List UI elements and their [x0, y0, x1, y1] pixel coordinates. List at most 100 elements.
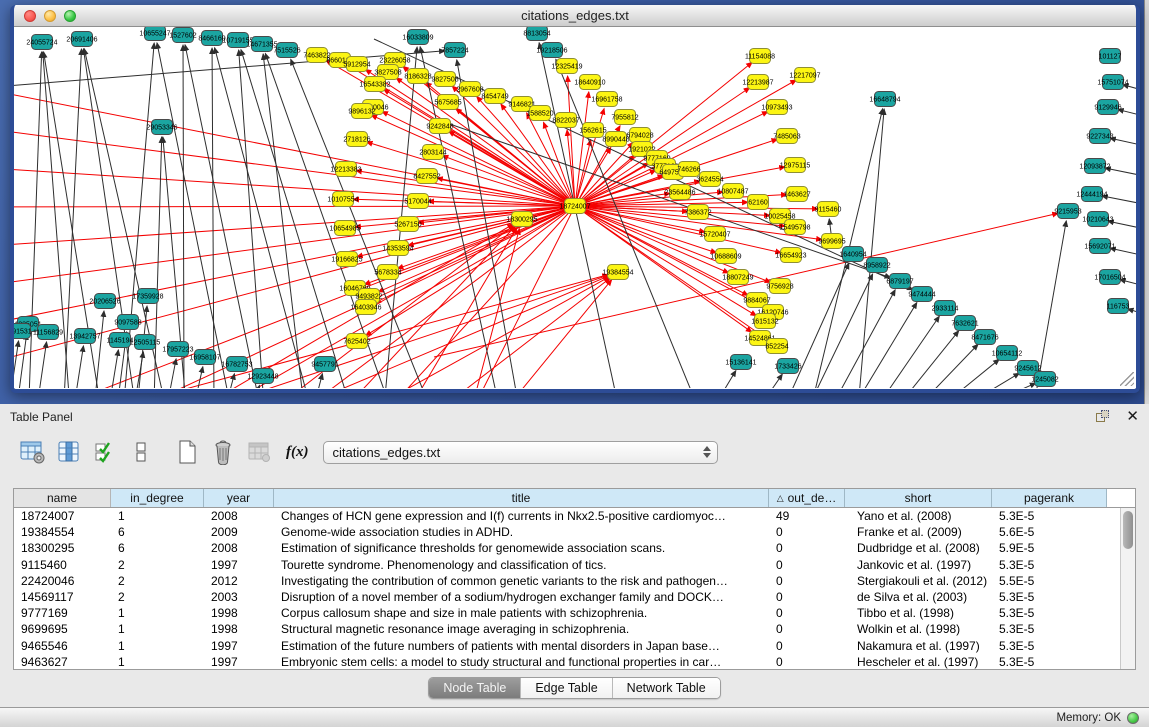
- table-scrollbar-thumb[interactable]: [1123, 511, 1133, 549]
- graph-node[interactable]: 852254: [765, 339, 788, 354]
- window-resize-grip[interactable]: [1120, 372, 1134, 386]
- table-row[interactable]: 1830029562008Estimation of significance …: [14, 540, 1135, 556]
- graph-node[interactable]: 2967608: [456, 82, 483, 97]
- select-columns-button[interactable]: [54, 437, 84, 467]
- graph-node[interactable]: 12217097: [789, 68, 820, 83]
- graph-node[interactable]: 15720407: [699, 227, 730, 242]
- graph-node[interactable]: 13942757: [69, 329, 100, 344]
- graph-node[interactable]: 24055724: [26, 35, 57, 50]
- graph-node[interactable]: 6879197: [886, 274, 913, 289]
- table-row[interactable]: 969969511998Structural magnetic resonanc…: [14, 621, 1135, 637]
- graph-node[interactable]: 16782753: [221, 357, 252, 372]
- table-row[interactable]: 911546021997Tourette syndrome. Phenomeno…: [14, 557, 1135, 573]
- graph-node[interactable]: 15692071: [1084, 239, 1115, 254]
- graph-node[interactable]: 8427552: [413, 169, 440, 184]
- graph-node[interactable]: 9699695: [818, 234, 845, 249]
- graph-node[interactable]: 17359928: [132, 289, 163, 304]
- graph-node[interactable]: 7485063: [773, 129, 800, 144]
- tab-node-table[interactable]: Node Table: [429, 678, 521, 698]
- graph-node[interactable]: 116753: [1107, 299, 1130, 314]
- graph-node[interactable]: 1640954: [839, 247, 866, 262]
- graph-node[interactable]: 3624554: [696, 172, 723, 187]
- graph-node[interactable]: 19218506: [536, 43, 567, 58]
- graph-node[interactable]: 9097588: [114, 315, 141, 330]
- graph-node[interactable]: 7515526: [273, 43, 300, 58]
- graph-node[interactable]: 1245082: [1031, 372, 1058, 387]
- graph-node[interactable]: 20691406: [66, 32, 97, 47]
- graph-node[interactable]: 9896132: [348, 104, 375, 119]
- graph-node[interactable]: 62160: [748, 195, 769, 210]
- graph-node[interactable]: 16961758: [591, 92, 622, 107]
- graph-node[interactable]: 19384554: [602, 265, 633, 280]
- graph-node[interactable]: 10688609: [710, 249, 741, 264]
- graph-node[interactable]: 9457791: [311, 357, 338, 372]
- graph-node[interactable]: 9129946: [1094, 100, 1121, 115]
- table-row[interactable]: 1872400712008Changes of HCN gene express…: [14, 508, 1135, 524]
- graph-node[interactable]: 9242848: [426, 119, 453, 134]
- network-canvas-container[interactable]: 1872400774638228660128591295423226058382…: [14, 27, 1136, 388]
- column-settings-button[interactable]: [18, 437, 48, 467]
- graph-node[interactable]: 5170044: [404, 194, 431, 209]
- select-rows-button[interactable]: [90, 437, 120, 467]
- graph-node[interactable]: 8454749: [481, 89, 508, 104]
- import-table-button[interactable]: [244, 437, 274, 467]
- graph-node[interactable]: 10654112: [992, 346, 1023, 361]
- graph-node[interactable]: 7632621: [951, 316, 978, 331]
- graph-node[interactable]: 16654923: [775, 248, 806, 263]
- graph-node[interactable]: 15751074: [1097, 75, 1128, 90]
- graph-node[interactable]: 9474444: [908, 287, 935, 302]
- graph-node[interactable]: 1733426: [774, 359, 801, 374]
- column-header-pagerank[interactable]: pagerank: [992, 489, 1107, 507]
- table-row[interactable]: 2242004622012Investigating the contribut…: [14, 573, 1135, 589]
- table-row[interactable]: 946554611997Estimation of the future num…: [14, 638, 1135, 654]
- graph-node[interactable]: 1588520: [526, 106, 553, 121]
- graph-node[interactable]: 2803144: [419, 145, 446, 160]
- graph-node[interactable]: 9227343: [1086, 129, 1113, 144]
- graph-node[interactable]: 5675685: [434, 95, 461, 110]
- graph-node[interactable]: 1463627: [783, 187, 810, 202]
- graph-node[interactable]: 20206526: [89, 294, 120, 309]
- function-builder-button[interactable]: f(x): [286, 444, 309, 461]
- graph-node[interactable]: 7955812: [611, 110, 638, 125]
- graph-node[interactable]: 7625402: [343, 334, 370, 349]
- tab-edge-table[interactable]: Edge Table: [521, 678, 612, 698]
- graph-node[interactable]: 10210643: [1082, 212, 1113, 227]
- close-panel-icon[interactable]: ✕: [1126, 410, 1139, 424]
- graph-node[interactable]: 16648794: [869, 92, 900, 107]
- graph-node[interactable]: 1527602: [169, 28, 196, 43]
- new-column-button[interactable]: [172, 437, 202, 467]
- table-row[interactable]: 1938455462009Genome-wide association stu…: [14, 524, 1135, 540]
- graph-node[interactable]: 101127: [1099, 49, 1122, 64]
- graph-node[interactable]: 9215953: [1054, 204, 1081, 219]
- graph-node[interactable]: 17016504: [1094, 270, 1125, 285]
- graph-node[interactable]: 11154088: [745, 49, 775, 64]
- column-header-in_degree[interactable]: in_degree: [111, 489, 204, 507]
- graph-node[interactable]: 391531: [14, 324, 32, 339]
- graph-node[interactable]: 5267150: [394, 217, 421, 232]
- graph-node[interactable]: 8813054: [523, 27, 550, 41]
- table-row[interactable]: 946362711997Embryonic stem cells: a mode…: [14, 654, 1135, 669]
- tab-network-table[interactable]: Network Table: [613, 678, 720, 698]
- graph-node[interactable]: 10655247: [139, 27, 170, 41]
- graph-node[interactable]: 16033809: [402, 30, 433, 45]
- graph-node[interactable]: 8186328: [404, 69, 431, 84]
- graph-node[interactable]: 16958107: [189, 350, 220, 365]
- table-row[interactable]: 1456911722003Disruption of a novel membe…: [14, 589, 1135, 605]
- graph-node[interactable]: 2718126: [343, 132, 370, 147]
- graph-node[interactable]: 9756928: [766, 279, 793, 294]
- table-scrollbar[interactable]: [1120, 508, 1135, 669]
- table-selector-dropdown[interactable]: citations_edges.txt: [323, 441, 718, 464]
- graph-node[interactable]: 11156829: [33, 325, 63, 340]
- graph-node[interactable]: 8471676: [971, 330, 998, 345]
- graph-node[interactable]: 5678334: [374, 265, 401, 280]
- column-header-short[interactable]: short: [845, 489, 992, 507]
- graph-node[interactable]: 746266: [677, 162, 700, 177]
- column-header-name[interactable]: name: [14, 489, 111, 507]
- graph-node[interactable]: 2933114: [932, 301, 959, 316]
- graph-node[interactable]: 6794028: [626, 128, 653, 143]
- graph-node[interactable]: 10807487: [717, 184, 748, 199]
- graph-node[interactable]: 9827508: [431, 72, 458, 87]
- column-header-title[interactable]: title: [274, 489, 769, 507]
- column-header-out_de[interactable]: △out_de…: [769, 489, 845, 507]
- graph-node[interactable]: 15136141: [725, 355, 756, 370]
